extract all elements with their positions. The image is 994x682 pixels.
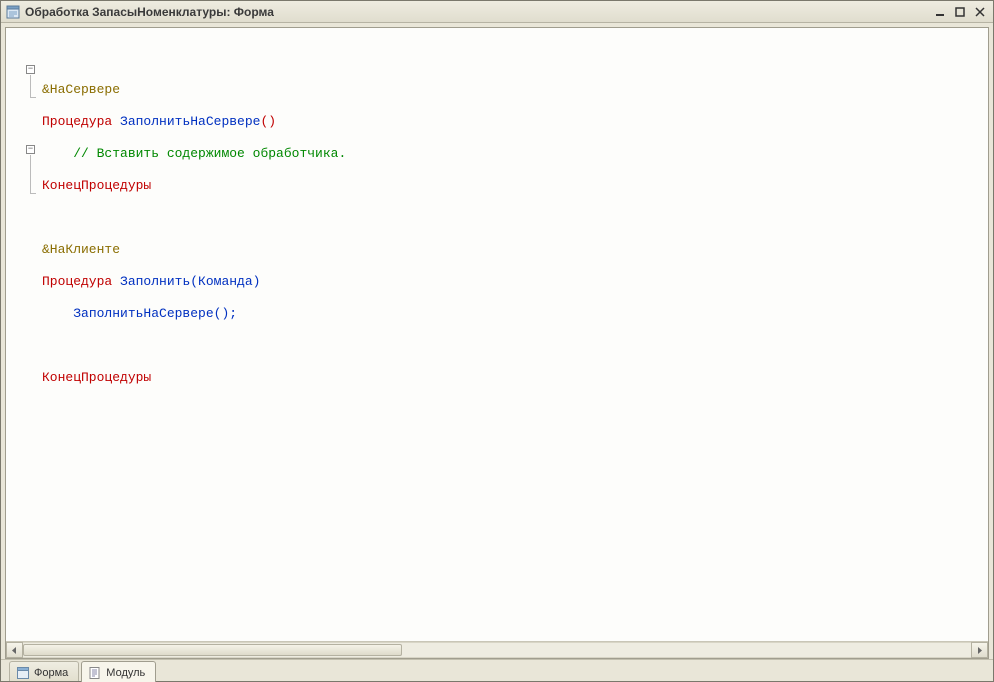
params: () xyxy=(260,114,276,129)
params: (Команда) xyxy=(190,274,260,289)
editor-container: &НаСервере Процедура ЗаполнитьНаСервере(… xyxy=(5,27,989,659)
keyword: Процедура xyxy=(42,274,112,289)
scroll-thumb[interactable] xyxy=(23,644,402,656)
code-line xyxy=(42,210,988,226)
close-button[interactable] xyxy=(971,4,989,20)
code-line: Процедура ЗаполнитьНаСервере() xyxy=(42,114,988,130)
code-line: &НаСервере xyxy=(42,82,988,98)
window: Обработка ЗапасыНоменклатуры: Форма &НаС… xyxy=(0,0,994,682)
directive: &НаСервере xyxy=(42,82,120,97)
fold-end xyxy=(30,193,36,194)
code-line: // Вставить содержимое обработчика. xyxy=(42,146,988,162)
code-line: ЗаполнитьНаСервере(); xyxy=(42,306,988,322)
fold-line xyxy=(30,75,31,97)
scroll-left-button[interactable] xyxy=(6,642,23,658)
horizontal-scrollbar[interactable] xyxy=(6,641,988,658)
code-line: &НаКлиенте xyxy=(42,242,988,258)
tab-form[interactable]: Форма xyxy=(9,661,79,681)
scroll-track[interactable] xyxy=(23,642,971,658)
tab-label: Форма xyxy=(34,667,68,679)
code-line: КонецПроцедуры xyxy=(42,370,988,386)
tab-module[interactable]: Модуль xyxy=(81,661,156,682)
fold-end xyxy=(30,97,36,98)
proc-name: ЗаполнитьНаСервере xyxy=(120,114,260,129)
maximize-button[interactable] xyxy=(951,4,969,20)
code-area[interactable]: &НаСервере Процедура ЗаполнитьНаСервере(… xyxy=(6,28,988,418)
keyword: КонецПроцедуры xyxy=(42,178,151,193)
titlebar: Обработка ЗапасыНоменклатуры: Форма xyxy=(1,1,993,23)
fold-gutter xyxy=(6,28,40,641)
fold-line xyxy=(30,155,31,193)
code-line xyxy=(42,338,988,354)
keyword: Процедура xyxy=(42,114,112,129)
code-line xyxy=(42,50,988,66)
bottom-tabs: Форма Модуль xyxy=(1,659,993,681)
module-icon xyxy=(88,666,102,680)
fold-toggle[interactable] xyxy=(26,145,35,154)
code-editor[interactable]: &НаСервере Процедура ЗаполнитьНаСервере(… xyxy=(6,28,988,641)
fold-toggle[interactable] xyxy=(26,65,35,74)
call: ЗаполнитьНаСервере(); xyxy=(73,306,237,321)
proc-name: Заполнить xyxy=(120,274,190,289)
keyword: КонецПроцедуры xyxy=(42,370,151,385)
window-title: Обработка ЗапасыНоменклатуры: Форма xyxy=(25,5,929,19)
form-icon xyxy=(16,666,30,680)
code-line: Процедура Заполнить(Команда) xyxy=(42,274,988,290)
code-line: КонецПроцедуры xyxy=(42,178,988,194)
form-icon xyxy=(5,4,21,20)
directive: &НаКлиенте xyxy=(42,242,120,257)
minimize-button[interactable] xyxy=(931,4,949,20)
comment: // Вставить содержимое обработчика. xyxy=(73,146,346,161)
scroll-right-button[interactable] xyxy=(971,642,988,658)
tab-label: Модуль xyxy=(106,667,145,679)
